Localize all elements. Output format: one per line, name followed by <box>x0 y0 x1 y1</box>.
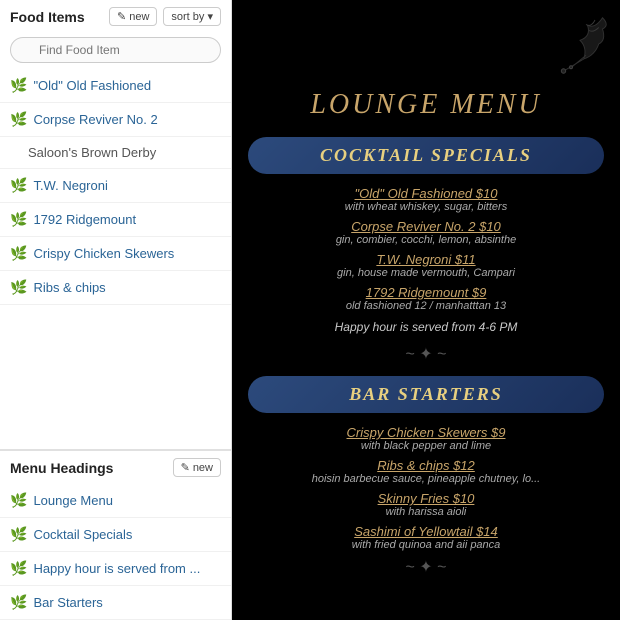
leaf-icon: 🌿 <box>10 526 27 543</box>
menu-item-name: Sashimi of Yellowtail $14 <box>252 524 600 539</box>
menu-item-row-1-2: Skinny Fries $10with harissa aioli <box>232 487 620 520</box>
chevron-down-icon: ▾ <box>207 11 213 23</box>
happy-hour-text: Happy hour is served from 4-6 PM <box>232 314 620 340</box>
menu-item-name: Ribs & chips $12 <box>252 458 600 473</box>
leaf-icon: 🌿 <box>10 594 27 611</box>
menu-heading-lounge-menu[interactable]: 🌿 Lounge Menu <box>0 484 231 518</box>
menu-heading-label: Bar Starters <box>33 595 102 610</box>
menu-item-row-1-3: Sashimi of Yellowtail $14with fried quin… <box>232 520 620 553</box>
search-area <box>0 33 231 69</box>
left-panel: Food Items ✎ new sort by ▾ 🌿 "Old" Old Fa… <box>0 0 232 620</box>
menu-section-heading-text: BAR STARTERS <box>349 384 503 404</box>
menu-headings-list: 🌿 Lounge Menu 🌿 Cocktail Specials 🌿 Happy hou… <box>0 484 231 620</box>
menu-item-name: Corpse Reviver No. 2 $10 <box>252 219 600 234</box>
menu-heading-cocktail-specials[interactable]: 🌿 Cocktail Specials <box>0 518 231 552</box>
food-item-tw-negroni[interactable]: 🌿 T.W. Negroni <box>0 169 231 203</box>
menu-item-desc: gin, house made vermouth, Campari <box>252 267 600 279</box>
leaf-icon: 🌿 <box>10 177 27 194</box>
food-item-label: "Old" Old Fashioned <box>33 78 151 93</box>
menu-item-desc: with harissa aioli <box>252 506 600 518</box>
leaf-icon: 🌿 <box>10 492 27 509</box>
food-item-corpse-reviver[interactable]: 🌿 Corpse Reviver No. 2 <box>0 103 231 137</box>
right-panel: LOUNGE MENU COCKTAIL SPECIALS "Old" Old F… <box>232 0 620 620</box>
leaf-icon: 🌿 <box>10 111 27 128</box>
food-item-saloons-brown-derby[interactable]: Saloon's Brown Derby <box>0 137 231 169</box>
menu-section-heading-text: COCKTAIL SPECIALS <box>320 145 532 165</box>
divider-ornament: ~ ✦ ~ <box>232 340 620 368</box>
leaf-icon: 🌿 <box>10 211 27 228</box>
menu-heading-label: Lounge Menu <box>33 493 113 508</box>
food-items-list: 🌿 "Old" Old Fashioned 🌿 Corpse Reviver No. … <box>0 69 231 449</box>
menu-heading-label: Happy hour is served from ... <box>33 561 200 576</box>
menu-item-row-1-0: Crispy Chicken Skewers $9with black pepp… <box>232 421 620 454</box>
leaf-icon: 🌿 <box>10 560 27 577</box>
leaf-icon: 🌿 <box>10 279 27 296</box>
menu-item-desc: with wheat whiskey, sugar, bitters <box>252 201 600 213</box>
menu-item-desc: gin, combier, cocchi, lemon, absinthe <box>252 234 600 246</box>
menu-heading-label: Cocktail Specials <box>33 527 132 542</box>
menu-item-row-1-1: Ribs & chips $12hoisin barbecue sauce, p… <box>232 454 620 487</box>
menu-item-desc: with fried quinoa and aii panca <box>252 539 600 551</box>
menu-item-row-0-2: T.W. Negroni $11gin, house made vermouth… <box>232 248 620 281</box>
menu-heading-bar-starters[interactable]: 🌿 Bar Starters <box>0 586 231 620</box>
food-items-header: Food Items ✎ new sort by ▾ <box>0 0 231 33</box>
menu-item-row-0-1: Corpse Reviver No. 2 $10gin, combier, co… <box>232 215 620 248</box>
menu-item-name: Crispy Chicken Skewers $9 <box>252 425 600 440</box>
food-item-label: 1792 Ridgemount <box>33 212 136 227</box>
menu-item-name: T.W. Negroni $11 <box>252 252 600 267</box>
food-item-crispy-chicken[interactable]: 🌿 Crispy Chicken Skewers <box>0 237 231 271</box>
menu-section-heading-1: BAR STARTERS <box>248 376 604 413</box>
food-item-1792-ridgemount[interactable]: 🌿 1792 Ridgemount <box>0 203 231 237</box>
menu-item-name: 1792 Ridgemount $9 <box>252 285 600 300</box>
menu-sections: COCKTAIL SPECIALS "Old" Old Fashioned $10… <box>232 137 620 581</box>
food-item-old-fashioned[interactable]: 🌿 "Old" Old Fashioned <box>0 69 231 103</box>
menu-item-name: Skinny Fries $10 <box>252 491 600 506</box>
menu-item-name: "Old" Old Fashioned $10 <box>252 186 600 201</box>
menu-item-row-0-0: "Old" Old Fashioned $10with wheat whiske… <box>232 182 620 215</box>
leaf-icon: 🌿 <box>10 77 27 94</box>
menu-headings-section: Menu Headings ✎ new 🌿 Lounge Menu 🌿 Cocktai… <box>0 449 231 620</box>
food-item-label: T.W. Negroni <box>33 178 107 193</box>
edit-icon-2: ✎ <box>181 461 190 474</box>
menu-background: LOUNGE MENU COCKTAIL SPECIALS "Old" Old F… <box>232 0 620 620</box>
menu-section-heading-0: COCKTAIL SPECIALS <box>248 137 604 174</box>
menu-item-desc: old fashioned 12 / manhatttan 13 <box>252 300 600 312</box>
food-item-label: Saloon's Brown Derby <box>10 145 156 160</box>
food-item-ribs-chips[interactable]: 🌿 Ribs & chips <box>0 271 231 305</box>
food-items-new-button[interactable]: ✎ new <box>109 7 157 26</box>
food-item-label: Ribs & chips <box>33 280 105 295</box>
menu-item-desc: with black pepper and lime <box>252 440 600 452</box>
menu-item-desc: hoisin barbecue sauce, pineapple chutney… <box>252 473 600 485</box>
leaf-icon: 🌿 <box>10 245 27 262</box>
edit-icon: ✎ <box>117 10 126 23</box>
food-item-label: Corpse Reviver No. 2 <box>33 112 157 127</box>
floral-decoration <box>550 14 610 74</box>
menu-item-row-0-3: 1792 Ridgemount $9old fashioned 12 / man… <box>232 281 620 314</box>
menu-title: LOUNGE MENU <box>232 81 620 129</box>
menu-headings-header: Menu Headings ✎ new <box>0 451 231 484</box>
food-items-title: Food Items <box>10 9 103 25</box>
search-input[interactable] <box>10 37 221 63</box>
menu-heading-happy-hour[interactable]: 🌿 Happy hour is served from ... <box>0 552 231 586</box>
decorative-top <box>232 10 620 81</box>
menu-headings-new-button[interactable]: ✎ new <box>173 458 221 477</box>
food-item-label: Crispy Chicken Skewers <box>33 246 174 261</box>
sort-by-button[interactable]: sort by ▾ <box>163 7 221 26</box>
divider-ornament: ~ ✦ ~ <box>232 553 620 581</box>
menu-headings-title: Menu Headings <box>10 460 167 476</box>
